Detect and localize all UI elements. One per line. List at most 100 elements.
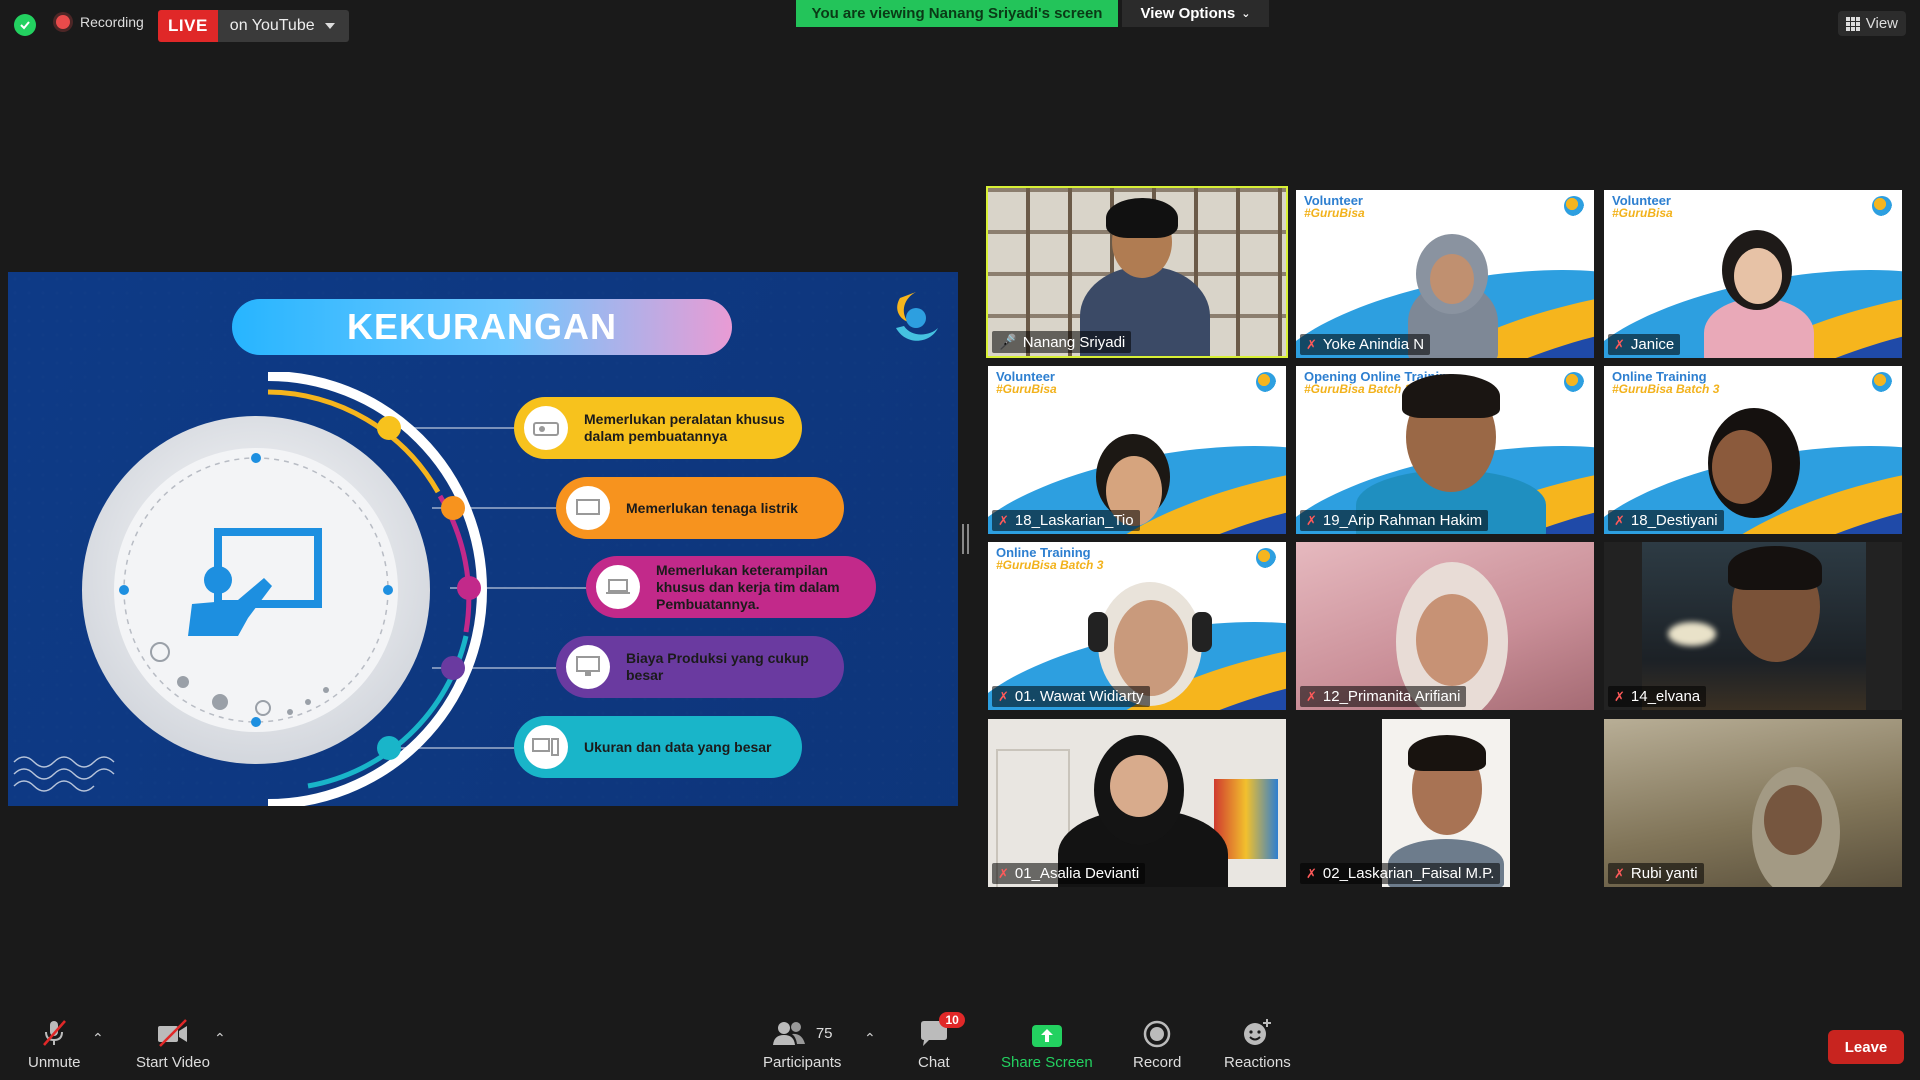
- participant-name: ✗ 02_Laskarian_Faisal M.P.: [1300, 863, 1501, 884]
- video-tile[interactable]: Online Training #GuruBisa Batch 3 ✗ 01. Wa…: [988, 542, 1286, 710]
- slide-point-4-text: Biaya Produksi yang cukup besar: [626, 650, 809, 683]
- laptop-icon: [596, 565, 640, 609]
- participant-name: ✗ 18_Destiyani: [1608, 510, 1724, 531]
- muted-mic-icon: [39, 1018, 69, 1048]
- video-tile[interactable]: Volunteer #GuruBisa ✗ Janice: [1604, 190, 1902, 358]
- record-button[interactable]: Record: [1133, 1018, 1181, 1071]
- video-tile[interactable]: ✗ 14_elvana: [1604, 542, 1902, 710]
- muted-mic-icon: ✗: [1306, 865, 1317, 881]
- recording-dot-icon: [56, 15, 70, 29]
- muted-mic-icon: ✗: [1306, 688, 1317, 704]
- video-off-icon: [156, 1018, 190, 1048]
- slide-point-3: Memerlukan keterampilan khusus dan kerja…: [586, 556, 876, 618]
- share-screen-label: Share Screen: [1001, 1054, 1093, 1071]
- caret-down-icon: [324, 23, 335, 29]
- gurubisa-logo-icon: [1872, 196, 1892, 216]
- muted-mic-icon: ✗: [1614, 688, 1625, 704]
- participant-name: ✗ Rubi yanti: [1608, 863, 1704, 884]
- connector-dots: [377, 416, 481, 760]
- muted-mic-icon: ✗: [1306, 336, 1317, 352]
- monitor-icon: [566, 486, 610, 530]
- computer-icon: [524, 725, 568, 769]
- chat-label: Chat: [918, 1054, 950, 1071]
- participants-options-caret-icon[interactable]: ⌃: [864, 1030, 876, 1047]
- slide-point-2-text: Memerlukan tenaga listrik: [626, 499, 798, 516]
- muted-mic-icon: ✗: [1306, 512, 1317, 528]
- chat-unread-badge: 10: [939, 1012, 965, 1028]
- slide-point-5: Ukuran dan data yang besar: [514, 716, 802, 778]
- participant-name: ✗ 19_Arip Rahman Hakim: [1300, 510, 1489, 531]
- video-tile[interactable]: Volunteer #GuruBisa ✗ Yoke Anindia N: [1296, 190, 1594, 358]
- recording-label: Recording: [80, 14, 144, 30]
- slide-point-5-text: Ukuran dan data yang besar: [584, 738, 772, 755]
- record-icon: [1143, 1020, 1171, 1048]
- slide-point-2: Memerlukan tenaga listrik: [556, 477, 844, 539]
- unmute-button[interactable]: Unmute: [28, 1018, 81, 1071]
- leave-button[interactable]: Leave: [1828, 1030, 1904, 1064]
- chat-button[interactable]: 10 Chat: [918, 1012, 965, 1071]
- gurubisa-logo-icon: [1564, 372, 1584, 392]
- reactions-label: Reactions: [1224, 1054, 1291, 1071]
- video-tile[interactable]: Online Training #GuruBisa Batch 3 ✗ 18_Des…: [1604, 366, 1902, 534]
- slide-point-1-text: Memerlukan peralatan khusus dalam pembua…: [584, 411, 785, 444]
- participants-label: Participants: [763, 1054, 842, 1071]
- desktop-icon: [566, 645, 610, 689]
- video-tile[interactable]: Opening Online Training #GuruBisa Batch 3…: [1296, 366, 1594, 534]
- muted-mic-icon: ✗: [1614, 512, 1625, 528]
- live-destination-dropdown[interactable]: on YouTube: [217, 10, 349, 42]
- muted-mic-icon: ✗: [1614, 865, 1625, 881]
- chevron-down-icon: ⌄: [1241, 8, 1251, 20]
- slide-point-3-text: Memerlukan keterampilan khusus dan kerja…: [656, 561, 840, 612]
- muted-mic-icon: ✗: [998, 865, 1009, 881]
- grid-view-icon: [1845, 16, 1860, 31]
- shared-screen-slide: KEKURANGAN Memerlukan peralatan khusus d…: [8, 272, 958, 806]
- start-video-label: Start Video: [136, 1054, 210, 1071]
- view-layout-button[interactable]: View: [1837, 11, 1906, 36]
- video-tile[interactable]: ✗ 02_Laskarian_Faisal M.P.: [1296, 719, 1594, 887]
- gurubisa-logo-icon: [1256, 548, 1276, 568]
- participant-name: ✗ 12_Primanita Arifiani: [1300, 686, 1467, 707]
- start-video-button[interactable]: Start Video: [136, 1018, 210, 1071]
- headset-icon: [1106, 198, 1178, 238]
- splitter-handle[interactable]: [962, 524, 969, 554]
- share-screen-button[interactable]: Share Screen: [1001, 1018, 1093, 1071]
- live-badge: LIVE: [158, 10, 218, 42]
- slide-point-1: Memerlukan peralatan khusus dalam pembua…: [514, 397, 802, 459]
- gurubisa-logo-icon: [1256, 372, 1276, 392]
- recording-indicator[interactable]: Recording: [56, 14, 144, 30]
- live-stream-control[interactable]: LIVE on YouTube: [158, 10, 349, 42]
- participants-count: 75: [815, 1024, 833, 1042]
- muted-mic-icon: ✗: [998, 512, 1009, 528]
- muted-mic-icon: ✗: [1614, 336, 1625, 352]
- view-options-label: View Options: [1140, 5, 1236, 22]
- participant-name: ✗ Janice: [1608, 334, 1681, 355]
- participant-name: 🎤 Nanang Sriyadi: [992, 331, 1132, 353]
- video-options-caret-icon[interactable]: ⌃: [214, 1030, 226, 1047]
- record-label: Record: [1133, 1054, 1182, 1071]
- participant-name: ✗ 01_Asalia Devianti: [992, 863, 1146, 884]
- audio-options-caret-icon[interactable]: ⌃: [92, 1030, 104, 1047]
- speaking-icon: 🎤: [998, 334, 1017, 351]
- wave-decoration: [13, 756, 115, 792]
- gurubisa-logo-icon: [1872, 372, 1892, 392]
- reactions-button[interactable]: Reactions: [1224, 1018, 1291, 1071]
- muted-mic-icon: ✗: [998, 688, 1009, 704]
- participant-name: ✗ 01. Wawat Widiarty: [992, 686, 1150, 707]
- video-tile[interactable]: 🎤 Nanang Sriyadi: [986, 186, 1288, 358]
- view-options-button[interactable]: View Options ⌄: [1122, 0, 1269, 27]
- security-shield-icon[interactable]: [14, 14, 36, 36]
- video-tile[interactable]: Volunteer #GuruBisa ✗ 18_Laskarian_Tio: [988, 366, 1286, 534]
- slide-point-4: Biaya Produksi yang cukup besar: [556, 636, 844, 698]
- participants-icon: [772, 1022, 805, 1045]
- view-label: View: [1865, 15, 1898, 32]
- participants-button[interactable]: 75 Participants: [763, 1018, 841, 1071]
- video-tile[interactable]: ✗ 12_Primanita Arifiani: [1296, 542, 1594, 710]
- unmute-label: Unmute: [28, 1054, 81, 1071]
- projector-icon: [524, 406, 568, 450]
- participant-name: ✗ Yoke Anindia N: [1300, 334, 1431, 355]
- share-screen-icon: [1031, 1025, 1062, 1047]
- video-tile[interactable]: ✗ Rubi yanti: [1604, 719, 1902, 887]
- gurubisa-logo-icon: [1564, 196, 1584, 216]
- reactions-icon: [1244, 1019, 1272, 1045]
- video-tile[interactable]: ✗ 01_Asalia Devianti: [988, 719, 1286, 887]
